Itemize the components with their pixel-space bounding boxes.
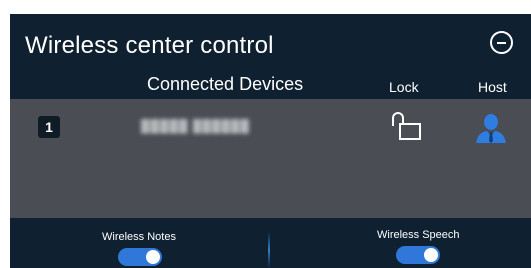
unlocked-padlock-icon[interactable] [390,111,423,143]
wireless-speech-toggle[interactable] [396,246,440,264]
device-name: █████ ██████ [141,119,250,133]
device-list: 1 █████ ██████ [10,99,531,218]
device-row[interactable]: 1 █████ ██████ [10,99,531,155]
wireless-speech-label: Wireless Speech [377,229,460,241]
wireless-notes-toggle[interactable] [118,248,162,266]
minus-circle-icon[interactable] [490,31,513,54]
toggle-knob [424,248,438,262]
bottom-toggle-bar: Wireless Notes Wireless Speech [10,218,531,268]
panel-title: Wireless center control [25,32,274,59]
column-header-host: Host [478,79,507,95]
wireless-notes-label: Wireless Notes [102,231,176,243]
host-user-icon[interactable] [474,113,508,143]
device-index-badge: 1 [38,116,60,138]
divider [268,232,270,268]
toggle-knob [146,250,160,264]
column-header-devices: Connected Devices [147,74,304,94]
wireless-control-panel: Wireless center control Connected Device… [10,14,531,268]
column-header-lock: Lock [389,79,419,95]
